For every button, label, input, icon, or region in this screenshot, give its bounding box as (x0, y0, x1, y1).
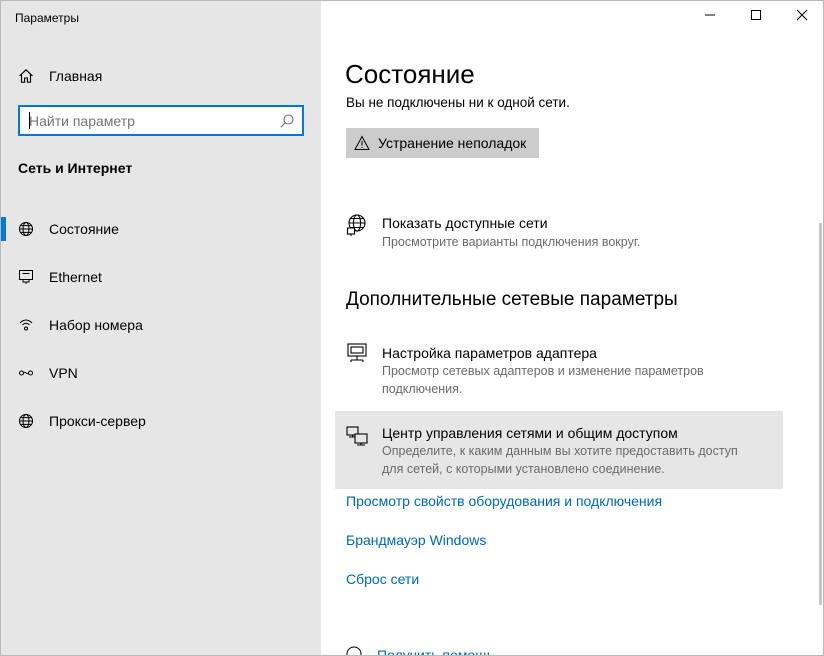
sharing-center-icon (345, 423, 369, 447)
maximize-icon (750, 8, 762, 26)
sidebar-item-label: Состояние (49, 221, 119, 237)
close-icon (796, 8, 808, 26)
adapter-icon (345, 341, 369, 365)
search-box[interactable] (18, 105, 304, 136)
advanced-settings-heading: Дополнительные сетевые параметры (346, 289, 678, 310)
globe-icon (17, 220, 35, 238)
home-label: Главная (49, 68, 103, 84)
network-sharing-center-option[interactable]: Центр управления сетями и общим доступом… (335, 411, 783, 489)
home-nav-item[interactable]: Главная (17, 65, 102, 87)
app-title: Параметры (15, 11, 79, 25)
sidebar-item-ethernet[interactable]: Ethernet (1, 253, 321, 301)
sidebar: Параметры Главная Сеть и Интернет (1, 1, 321, 655)
show-available-networks-option[interactable]: Показать доступные сети Просмотрите вари… (335, 209, 783, 257)
connection-status-text: Вы не подключены ни к одной сети. (346, 95, 570, 110)
sidebar-item-label: Прокси-сервер (49, 413, 146, 429)
option-title: Показать доступные сети (382, 215, 548, 231)
option-title: Центр управления сетями и общим доступом (382, 425, 678, 441)
hardware-properties-link[interactable]: Просмотр свойств оборудования и подключе… (346, 493, 662, 509)
minimize-icon (704, 8, 716, 26)
sidebar-item-vpn[interactable]: VPN (1, 349, 321, 397)
network-reset-link[interactable]: Сброс сети (346, 571, 419, 587)
option-description: Определите, к каким данным вы хотите пре… (382, 444, 738, 476)
warning-icon (354, 135, 370, 151)
scrollbar[interactable] (819, 223, 822, 605)
globe-icon (17, 412, 35, 430)
page-title: Состояние (345, 59, 475, 89)
settings-window: Параметры Главная Сеть и Интернет (0, 0, 824, 656)
search-icon[interactable] (279, 113, 295, 129)
sidebar-item-label: VPN (49, 365, 78, 381)
network-globe-icon (345, 213, 369, 237)
sidebar-nav: Состояние Ethernet Набор номера VPN Прок… (1, 205, 321, 445)
get-help-link[interactable]: Получить помощь (377, 647, 494, 655)
troubleshoot-label: Устранение неполадок (378, 135, 527, 151)
windows-firewall-link[interactable]: Брандмауэр Windows (346, 532, 486, 548)
sidebar-item-dialup[interactable]: Набор номера (1, 301, 321, 349)
selected-indicator (1, 217, 6, 241)
home-icon (17, 67, 35, 85)
help-icon (345, 645, 369, 655)
vpn-icon (17, 364, 35, 382)
maximize-button[interactable] (733, 1, 779, 33)
adapter-options[interactable]: Настройка параметров адаптера Просмотр с… (335, 337, 783, 401)
option-description: Просмотр сетевых адаптеров и изменение п… (382, 364, 704, 396)
sidebar-item-proxy[interactable]: Прокси-сервер (1, 397, 321, 445)
sidebar-item-status[interactable]: Состояние (1, 205, 321, 253)
main-content: Состояние Вы не подключены ни к одной се… (321, 1, 823, 655)
search-input[interactable] (29, 112, 279, 130)
option-title: Настройка параметров адаптера (382, 345, 597, 361)
minimize-button[interactable] (687, 1, 733, 33)
section-title: Сеть и Интернет (18, 160, 133, 176)
option-description: Просмотрите варианты подключения вокруг. (382, 235, 641, 249)
sidebar-item-label: Ethernet (49, 269, 102, 285)
ethernet-icon (17, 268, 35, 286)
sidebar-item-label: Набор номера (49, 317, 143, 333)
close-button[interactable] (779, 1, 823, 33)
troubleshoot-button[interactable]: Устранение неполадок (346, 128, 539, 158)
dialup-icon (17, 316, 35, 334)
text-caret (29, 112, 30, 129)
